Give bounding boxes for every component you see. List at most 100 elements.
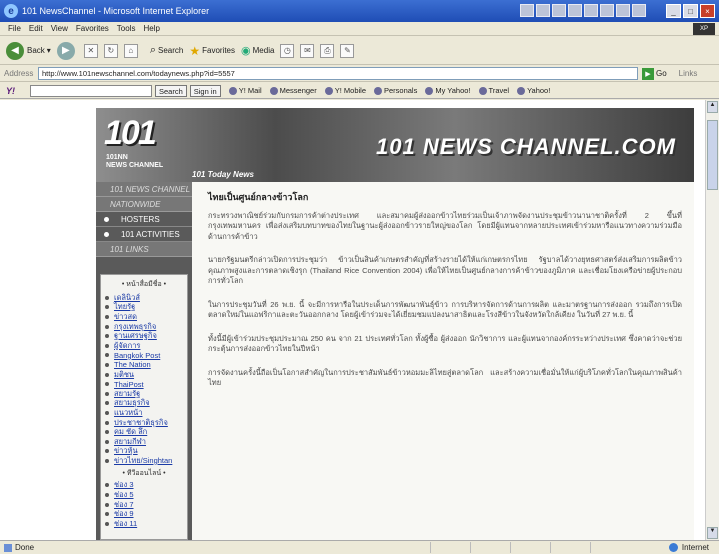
vertical-scrollbar[interactable]: ▲ ▼	[705, 100, 719, 540]
zone-label: Internet	[681, 543, 709, 552]
tray-icon[interactable]	[568, 4, 582, 17]
menu-view[interactable]: View	[51, 24, 68, 33]
star-icon: ★	[189, 43, 201, 58]
menu-tools[interactable]: Tools	[117, 24, 136, 33]
tray-icon[interactable]	[600, 4, 614, 17]
back-button[interactable]: ◀ Back ▾	[6, 41, 51, 60]
banner-subtitle: 101 Today News	[192, 170, 254, 179]
yahoo-toolbar: Y! Search Sign in Y! Mail Messenger Y! M…	[0, 83, 719, 99]
nav-item-hosters[interactable]: HOSTERS	[96, 212, 192, 227]
messenger-icon	[269, 86, 278, 95]
search-button[interactable]: ⌕ Search	[150, 44, 184, 57]
close-button[interactable]: ×	[700, 4, 715, 18]
nav-header-nationwide[interactable]: NATIONWIDE	[96, 197, 192, 212]
mobile-icon	[324, 86, 333, 95]
print-icon: ⎙	[320, 43, 335, 58]
menu-file[interactable]: File	[8, 24, 21, 33]
personals-icon	[374, 86, 382, 95]
tv-channel-link[interactable]: ช่อง 11	[105, 519, 183, 529]
scroll-up-icon[interactable]: ▲	[707, 101, 718, 113]
mail-button[interactable]: ✉	[300, 43, 315, 58]
site-logo[interactable]: 101 101NN NEWS CHANNEL	[104, 114, 180, 174]
scroll-thumb[interactable]	[707, 120, 718, 190]
yahoo-messenger[interactable]: Messenger	[269, 86, 317, 95]
edit-icon: ✎	[340, 43, 355, 58]
links-panel: • หน้าสื่อมีชื่อ • เดลินิวส์ ไทยรัฐ ข่าวสด…	[100, 274, 188, 540]
history-icon: ◷	[280, 43, 295, 58]
edit-button[interactable]: ✎	[340, 43, 355, 58]
tray-icon[interactable]	[520, 4, 534, 17]
favorites-button[interactable]: ★ Favorites	[189, 44, 235, 58]
forward-arrow-icon: ▶	[56, 41, 75, 60]
ie-icon: e	[4, 4, 18, 18]
tray-icon[interactable]	[632, 4, 646, 17]
article-paragraph: ในการประชุมวันที่ 26 พ.ย. นี้ จะมีการหาร…	[208, 299, 682, 320]
globe-icon	[668, 543, 678, 552]
newspaper-link[interactable]: มติชน	[105, 370, 183, 380]
media-icon: ◉	[241, 45, 251, 57]
mail-icon: ✉	[300, 43, 315, 58]
tray-icon[interactable]	[552, 4, 566, 17]
back-arrow-icon: ◀	[6, 41, 24, 60]
menu-edit[interactable]: Edit	[29, 24, 43, 33]
nav-header-newschannel[interactable]: 101 NEWS CHANNEL	[96, 182, 192, 197]
scroll-down-icon[interactable]: ▼	[707, 527, 718, 539]
tray-icon[interactable]	[616, 4, 630, 17]
page-viewport: 101 101NN NEWS CHANNEL 101 NEWS CHANNEL.…	[0, 100, 719, 540]
nav-header-links[interactable]: 101 LINKS	[96, 242, 192, 257]
yahoo-signin-button[interactable]: Sign in	[189, 84, 221, 97]
home-button[interactable]: ⌂	[123, 43, 138, 58]
browser-window: e 101 NewsChannel - Microsoft Internet E…	[0, 0, 719, 554]
yahoo-mail-label: Y! Mail	[238, 86, 262, 95]
yahoo-icon	[517, 86, 526, 95]
taskbar-icons	[520, 4, 648, 17]
logo-number: 101	[104, 114, 157, 152]
search-label: Search	[157, 46, 184, 55]
newspaper-link[interactable]: Bangkok Post	[105, 351, 183, 361]
tray-icon[interactable]	[584, 4, 598, 17]
links-button[interactable]: Links	[679, 69, 698, 78]
back-label: Back	[27, 46, 45, 55]
site-nav: 101 NEWS CHANNEL NATIONWIDE HOSTERS 101 …	[96, 182, 192, 540]
address-label: Address	[4, 69, 34, 78]
refresh-button[interactable]: ↻	[103, 43, 118, 58]
maximize-button[interactable]: □	[683, 4, 698, 18]
yahoo-personals-label: Personals	[384, 86, 418, 95]
address-input[interactable]: http://www.101newschannel.com/todaynews.…	[38, 67, 638, 80]
article-paragraph: กระทรวงพาณิชย์ร่วมกับกรมการค้าต่างประเทศ…	[208, 210, 682, 241]
yahoo-logo[interactable]: Y!	[6, 86, 26, 96]
yahoo-search-button[interactable]: Search	[155, 84, 187, 97]
yahoo-home[interactable]: Yahoo!	[517, 86, 550, 95]
status-text: Done	[15, 543, 35, 552]
print-button[interactable]: ⎙	[320, 43, 335, 58]
go-button[interactable]: ▶ Go	[642, 67, 667, 80]
yahoo-travel[interactable]: Travel	[478, 86, 509, 95]
address-url: http://www.101newschannel.com/todaynews.…	[42, 69, 235, 78]
stop-button[interactable]: ✕	[83, 43, 98, 58]
standard-toolbar: ◀ Back ▾ ▶ ✕ ↻ ⌂ ⌕ Search ★ Favorites ◉ Media…	[0, 37, 719, 65]
nav-item-activities[interactable]: 101 ACTIVITIES	[96, 227, 192, 242]
menu-help[interactable]: Help	[143, 24, 159, 33]
bullet-icon	[104, 231, 109, 237]
yahoo-mail[interactable]: Y! Mail	[228, 86, 262, 95]
stop-icon: ✕	[83, 43, 98, 58]
forward-button[interactable]: ▶	[56, 41, 78, 60]
yahoo-search-input[interactable]	[30, 84, 152, 97]
my-yahoo-icon	[425, 86, 434, 95]
nav-item-label: 101 ACTIVITIES	[121, 229, 180, 239]
newspaper-links: เดลินิวส์ ไทยรัฐ ข่าวสด กรุงเทพธุรกิจ ฐานเศร…	[105, 293, 183, 466]
yahoo-mobile[interactable]: Y! Mobile	[324, 86, 366, 95]
my-yahoo[interactable]: My Yahoo!	[425, 86, 471, 95]
media-button[interactable]: ◉ Media	[241, 44, 274, 57]
newspaper-link[interactable]: ข่าวไทย/Singhtan	[105, 456, 183, 466]
newspaper-link[interactable]: ผู้จัดการ	[105, 341, 183, 351]
minimize-button[interactable]: _	[666, 4, 681, 18]
home-icon: ⌂	[123, 43, 138, 58]
menu-favorites[interactable]: Favorites	[76, 24, 109, 33]
yahoo-personals[interactable]: Personals	[374, 86, 417, 95]
menu-bar: File Edit View Favorites Tools Help XP	[0, 22, 719, 36]
history-button[interactable]: ◷	[280, 43, 295, 58]
tray-icon[interactable]	[536, 4, 550, 17]
yahoo-home-label: Yahoo!	[527, 86, 551, 95]
go-label: Go	[656, 69, 667, 78]
